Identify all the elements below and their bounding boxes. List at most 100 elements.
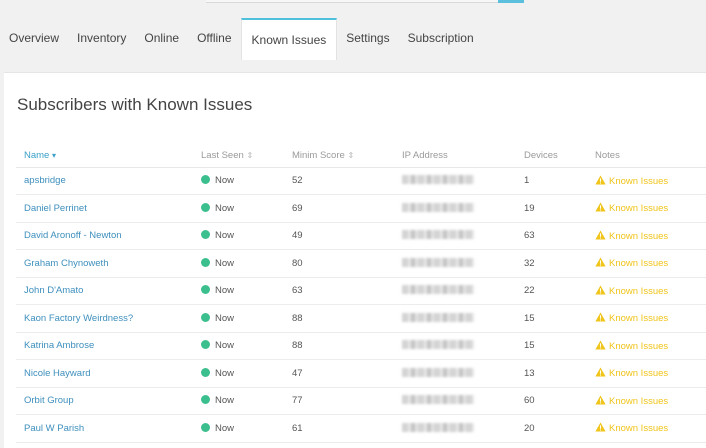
table-row[interactable]: Daniel Perrinet Now 69 19 Known Issues bbox=[16, 194, 706, 223]
last-seen-value: Now bbox=[215, 175, 235, 187]
ip-address-redacted bbox=[402, 312, 474, 322]
last-seen-cell: Now bbox=[193, 387, 284, 415]
search-button-edge[interactable] bbox=[498, 0, 524, 3]
subscriber-name-link[interactable]: Katrina Ambrose bbox=[16, 332, 193, 360]
notes-cell[interactable]: Known Issues bbox=[587, 194, 706, 223]
subscriber-name-link[interactable]: Graham Chynoweth bbox=[16, 249, 193, 278]
notes-cell[interactable]: Known Issues bbox=[587, 414, 706, 443]
tab-known-issues[interactable]: Known Issues bbox=[240, 18, 338, 60]
score-cell: 77 bbox=[284, 387, 394, 415]
table-row[interactable]: Orbit Group Now 77 60 Known Issues bbox=[16, 387, 706, 415]
notes-link[interactable]: Known Issues bbox=[609, 286, 668, 297]
ip-address-cell bbox=[394, 222, 516, 250]
notes-link[interactable]: Known Issues bbox=[609, 396, 668, 407]
devices-cell: 15 bbox=[516, 332, 587, 360]
subscriber-name-link[interactable]: apsbridge bbox=[16, 167, 193, 195]
warning-triangle-icon bbox=[595, 367, 606, 377]
table-row[interactable]: John D'Amato Now 63 22 Known Issues bbox=[16, 277, 706, 305]
subscriber-name-link[interactable]: Orbit Group bbox=[16, 387, 193, 415]
score-cell: 80 bbox=[284, 249, 394, 278]
notes-link[interactable]: Known Issues bbox=[609, 258, 668, 269]
tab-online[interactable]: Online bbox=[135, 18, 188, 58]
notes-cell[interactable]: Known Issues bbox=[587, 359, 706, 388]
last-seen-cell: Now bbox=[193, 222, 284, 250]
notes-cell[interactable]: Known Issues bbox=[587, 332, 706, 360]
table-row[interactable]: Katrina Ambrose Now 88 15 Known Issues bbox=[16, 332, 706, 360]
status-dot-icon bbox=[201, 230, 210, 240]
subscriber-name-link[interactable]: John D'Amato bbox=[16, 277, 193, 305]
ip-address-redacted bbox=[402, 367, 474, 377]
table-row[interactable]: Nicole Hayward Now 47 13 Known Issues bbox=[16, 359, 706, 388]
sort-icon: ⇕ bbox=[347, 151, 355, 161]
notes-cell[interactable]: Known Issues bbox=[587, 277, 706, 305]
table-header-row: Name ▾ Last Seen ⇕ Minim Score ⇕ IP Addr… bbox=[16, 145, 706, 168]
notes-link[interactable]: Known Issues bbox=[609, 176, 668, 187]
score-cell: 88 bbox=[284, 304, 394, 333]
ip-address-redacted bbox=[402, 230, 474, 240]
table-row[interactable]: Paul W Parish Now 61 20 Known Issues bbox=[16, 414, 706, 443]
notes-cell[interactable]: Known Issues bbox=[587, 387, 706, 415]
last-seen-cell: Now bbox=[193, 414, 284, 443]
subscriber-name-link[interactable]: David Aronoff - Newton bbox=[16, 222, 193, 250]
notes-cell[interactable]: Known Issues bbox=[587, 222, 706, 250]
score-cell: 49 bbox=[284, 222, 394, 250]
score-cell: 61 bbox=[284, 414, 394, 443]
ip-address-redacted bbox=[402, 175, 474, 185]
tab-offline[interactable]: Offline bbox=[188, 18, 240, 58]
notes-cell[interactable]: Known Issues bbox=[587, 304, 706, 333]
notes-link[interactable]: Known Issues bbox=[609, 423, 668, 434]
column-header-last-seen-label: Last Seen bbox=[201, 150, 244, 162]
status-dot-icon bbox=[201, 175, 210, 185]
subscriber-name-link[interactable]: Kaon Factory Weirdness? bbox=[16, 304, 193, 333]
status-dot-icon bbox=[201, 312, 210, 322]
search-field-edge[interactable] bbox=[206, 0, 524, 3]
notes-link[interactable]: Known Issues bbox=[609, 341, 668, 352]
column-header-last-seen[interactable]: Last Seen ⇕ bbox=[193, 145, 284, 168]
last-seen-cell: Now bbox=[193, 332, 284, 360]
last-seen-cell: Now bbox=[193, 359, 284, 388]
column-header-devices-label: Devices bbox=[524, 150, 558, 162]
tab-settings[interactable]: Settings bbox=[337, 18, 398, 58]
column-header-name-label: Name bbox=[24, 150, 50, 162]
devices-cell: 60 bbox=[516, 387, 587, 415]
last-seen-value: Now bbox=[215, 312, 235, 324]
subscribers-table: Name ▾ Last Seen ⇕ Minim Score ⇕ IP Addr… bbox=[16, 145, 706, 443]
subscriber-name-link[interactable]: Daniel Perrinet bbox=[16, 194, 193, 223]
table-row[interactable]: apsbridge Now 52 1 Known Issues bbox=[16, 167, 706, 195]
warning-triangle-icon bbox=[595, 285, 606, 295]
tab-subscription[interactable]: Subscription bbox=[399, 18, 483, 58]
notes-link[interactable]: Known Issues bbox=[609, 231, 668, 242]
score-cell: 52 bbox=[284, 167, 394, 195]
warning-triangle-icon bbox=[595, 340, 606, 350]
ip-address-cell bbox=[394, 332, 516, 360]
table-row[interactable]: Kaon Factory Weirdness? Now 88 15 Known … bbox=[16, 304, 706, 333]
ip-address-cell bbox=[394, 194, 516, 223]
ip-address-cell bbox=[394, 359, 516, 388]
last-seen-cell: Now bbox=[193, 304, 284, 333]
notes-link[interactable]: Known Issues bbox=[609, 368, 668, 379]
notes-cell[interactable]: Known Issues bbox=[587, 167, 706, 195]
column-header-ip-label: IP Address bbox=[402, 150, 448, 162]
ip-address-cell bbox=[394, 304, 516, 333]
status-dot-icon bbox=[201, 422, 210, 432]
sort-icon: ⇕ bbox=[246, 151, 254, 161]
notes-cell[interactable]: Known Issues bbox=[587, 249, 706, 278]
score-cell: 69 bbox=[284, 194, 394, 223]
tab-overview[interactable]: Overview bbox=[0, 18, 68, 58]
ip-address-cell bbox=[394, 387, 516, 415]
subscriber-name-link[interactable]: Paul W Parish bbox=[16, 414, 193, 443]
table-row[interactable]: Graham Chynoweth Now 80 32 Known Issues bbox=[16, 249, 706, 278]
table-row[interactable]: David Aronoff - Newton Now 49 63 Known I… bbox=[16, 222, 706, 250]
ip-address-redacted bbox=[402, 202, 474, 212]
notes-link[interactable]: Known Issues bbox=[609, 313, 668, 324]
devices-cell: 1 bbox=[516, 167, 587, 195]
subscriber-name-link[interactable]: Nicole Hayward bbox=[16, 359, 193, 388]
notes-link[interactable]: Known Issues bbox=[609, 203, 668, 214]
tab-inventory[interactable]: Inventory bbox=[68, 18, 135, 58]
ip-address-cell bbox=[394, 277, 516, 305]
warning-triangle-icon bbox=[595, 422, 606, 432]
status-dot-icon bbox=[201, 285, 210, 295]
last-seen-value: Now bbox=[215, 202, 235, 214]
column-header-name[interactable]: Name ▾ bbox=[16, 145, 193, 168]
column-header-score[interactable]: Minim Score ⇕ bbox=[284, 145, 394, 168]
